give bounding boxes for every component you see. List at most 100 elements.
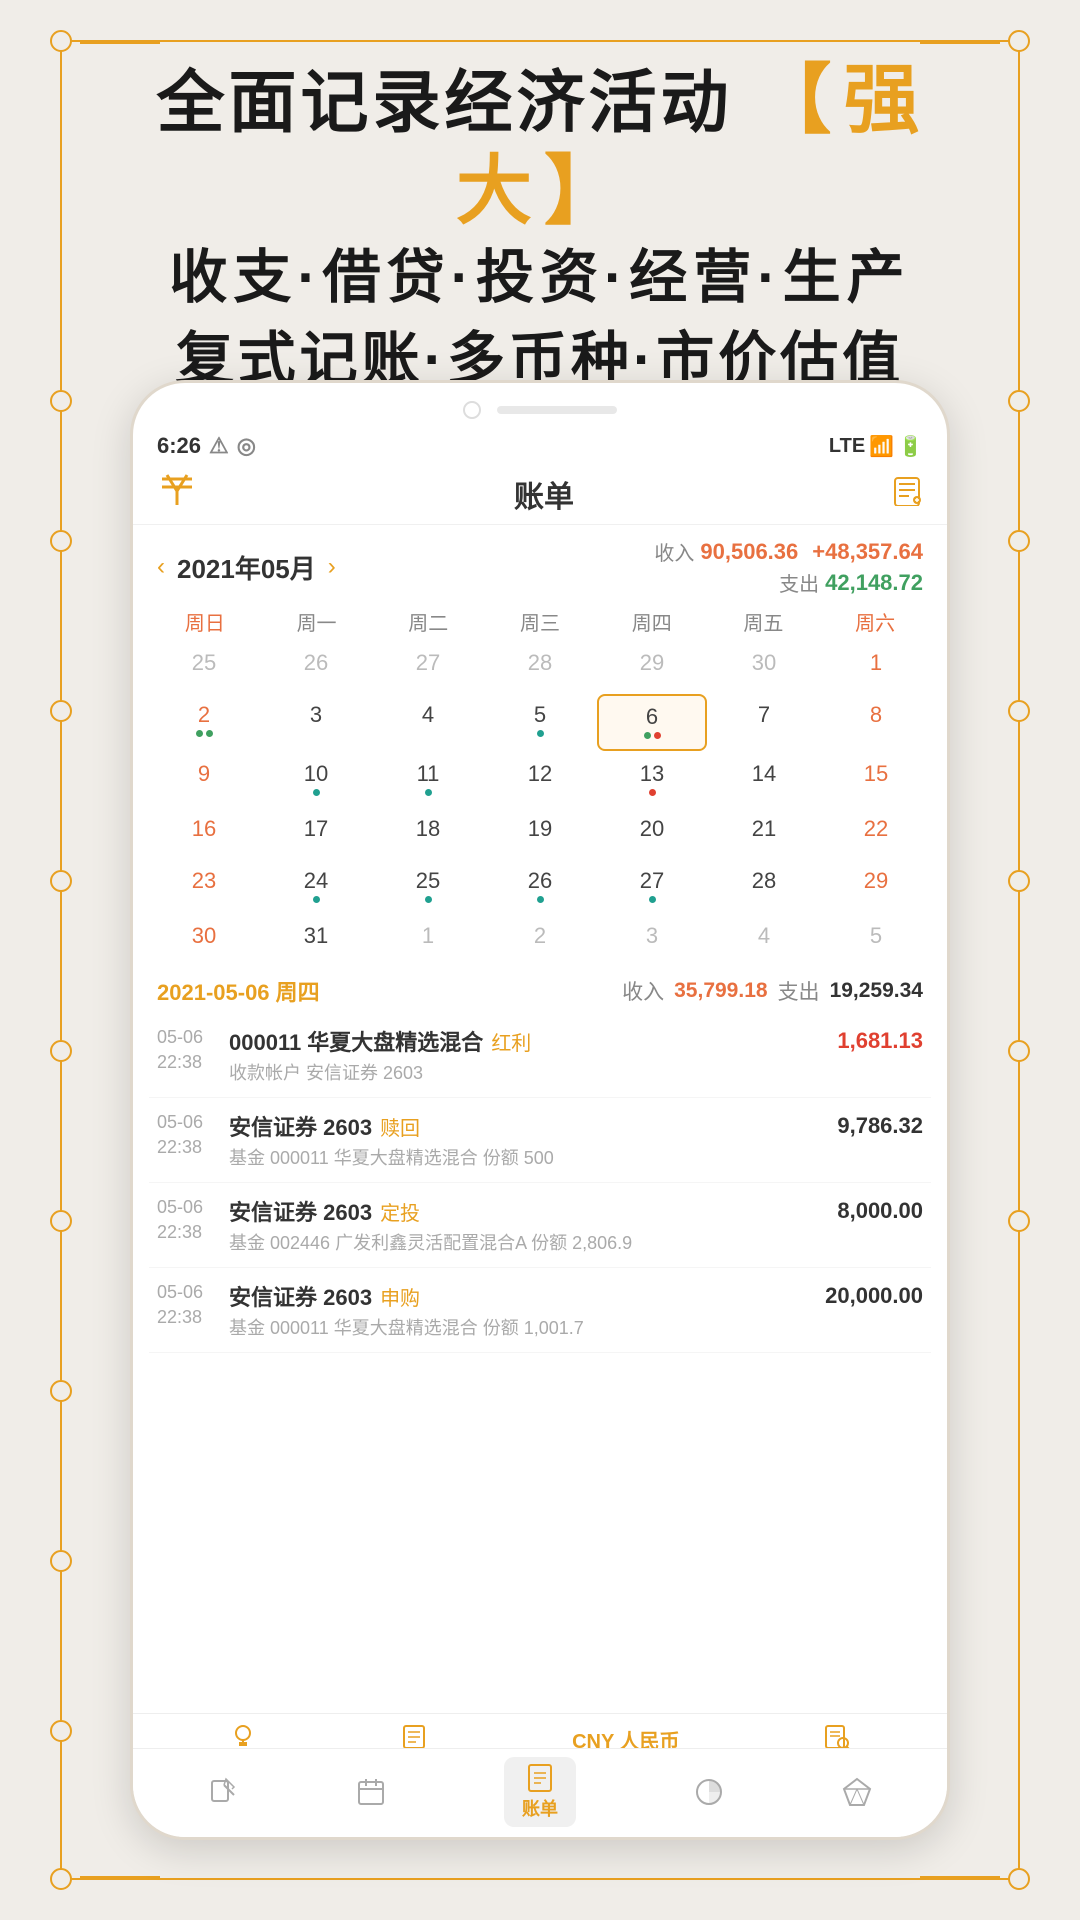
transaction-item-0[interactable]: 05-0622:38000011 华夏大盘精选混合红利1,681.13收款帐户 … bbox=[149, 1013, 931, 1098]
cal-day-6[interactable]: 6 bbox=[597, 694, 707, 751]
trans-type-3: 申购 bbox=[380, 1288, 420, 1310]
calendar-grid: 2526272829301234567891011121314151617181… bbox=[149, 642, 931, 965]
edit-icon[interactable] bbox=[891, 474, 923, 513]
cal-day-13[interactable]: 13 bbox=[597, 753, 707, 806]
teal-dot bbox=[425, 896, 432, 903]
expense-label: 支出 bbox=[779, 568, 819, 597]
next-month-button[interactable]: › bbox=[328, 553, 336, 581]
cal-day-29[interactable]: 29 bbox=[821, 860, 931, 913]
cal-day-25-prev[interactable]: 25 bbox=[149, 642, 259, 692]
cal-day-23[interactable]: 23 bbox=[149, 860, 259, 913]
transaction-item-3[interactable]: 05-0622:38安信证券 2603申购20,000.00基金 000011 … bbox=[149, 1268, 931, 1353]
cal-day-27-prev[interactable]: 27 bbox=[373, 642, 483, 692]
red-dot bbox=[649, 789, 656, 796]
trans-amount-0: 1,681.13 bbox=[837, 1028, 923, 1054]
cal-day-7[interactable]: 7 bbox=[709, 694, 819, 751]
daily-date: 2021-05-06 周四 bbox=[157, 975, 320, 1007]
cal-day-1[interactable]: 1 bbox=[821, 642, 931, 692]
weekday-wed: 周三 bbox=[484, 603, 596, 640]
cal-day-17[interactable]: 17 bbox=[261, 808, 371, 858]
trans-name-3: 安信证券 2603 bbox=[229, 1285, 372, 1310]
bottom-nav: 账单 bbox=[133, 1748, 947, 1837]
nav-calendar[interactable] bbox=[356, 1777, 386, 1807]
calendar: 周日 周一 周二 周三 周四 周五 周六 2526272829301234567… bbox=[133, 603, 947, 965]
teal-dot bbox=[649, 896, 656, 903]
cal-day-16[interactable]: 16 bbox=[149, 808, 259, 858]
trans-time-3: 05-0622:38 bbox=[157, 1280, 217, 1330]
daily-income-val: 35,799.18 bbox=[674, 979, 767, 1003]
trans-sub-2: 基金 002446 广发利鑫灵活配置混合A 份额 2,806.9 bbox=[229, 1229, 923, 1255]
cal-day-31[interactable]: 31 bbox=[261, 915, 371, 965]
cal-day-3-next[interactable]: 3 bbox=[597, 915, 707, 965]
cal-day-20[interactable]: 20 bbox=[597, 808, 707, 858]
nav-chart[interactable] bbox=[694, 1777, 724, 1807]
phone-notch bbox=[133, 383, 947, 429]
cal-day-12[interactable]: 12 bbox=[485, 753, 595, 806]
trans-name-2: 安信证券 2603 bbox=[229, 1200, 372, 1225]
cal-day-29-prev[interactable]: 29 bbox=[597, 642, 707, 692]
weekday-sat: 周六 bbox=[819, 603, 931, 640]
cal-day-10[interactable]: 10 bbox=[261, 753, 371, 806]
header-line1: 全面记录经济活动 【强大】 bbox=[80, 55, 1000, 237]
trans-type-0: 红利 bbox=[491, 1033, 531, 1055]
cal-day-4-next[interactable]: 4 bbox=[709, 915, 819, 965]
teal-dot bbox=[425, 789, 432, 796]
cal-day-25[interactable]: 25 bbox=[373, 860, 483, 913]
prev-month-button[interactable]: ‹ bbox=[157, 553, 165, 581]
cal-day-30-prev[interactable]: 30 bbox=[709, 642, 819, 692]
status-time: 6:26 bbox=[157, 433, 201, 459]
trans-sub-0: 收款帐户 安信证券 2603 bbox=[229, 1059, 923, 1085]
teal-dot bbox=[537, 896, 544, 903]
cal-day-1-next[interactable]: 1 bbox=[373, 915, 483, 965]
status-left: 6:26 ⚠ ◎ bbox=[157, 433, 256, 459]
cal-day-3[interactable]: 3 bbox=[261, 694, 371, 751]
trans-name-0: 000011 华夏大盘精选混合 bbox=[229, 1030, 483, 1055]
app-title: 账单 bbox=[514, 472, 574, 516]
transaction-item-2[interactable]: 05-0622:38安信证券 2603定投8,000.00基金 002446 广… bbox=[149, 1183, 931, 1268]
weekday-sun: 周日 bbox=[149, 603, 261, 640]
income-value: 90,506.36 bbox=[700, 539, 798, 565]
nav-bill[interactable]: 账单 bbox=[504, 1757, 576, 1827]
cal-day-5[interactable]: 5 bbox=[485, 694, 595, 751]
cal-day-18[interactable]: 18 bbox=[373, 808, 483, 858]
cal-day-22[interactable]: 22 bbox=[821, 808, 931, 858]
cal-day-21[interactable]: 21 bbox=[709, 808, 819, 858]
cal-day-14[interactable]: 14 bbox=[709, 753, 819, 806]
cal-day-26[interactable]: 26 bbox=[485, 860, 595, 913]
cal-day-8[interactable]: 8 bbox=[821, 694, 931, 751]
cal-day-5-next[interactable]: 5 bbox=[821, 915, 931, 965]
cal-day-9[interactable]: 9 bbox=[149, 753, 259, 806]
teal-dot bbox=[313, 896, 320, 903]
cal-day-11[interactable]: 11 bbox=[373, 753, 483, 806]
header-line2: 收支·借贷·投资·经营·生产 bbox=[80, 237, 1000, 318]
app-header: 账单 bbox=[133, 463, 947, 525]
nav-bill-label: 账单 bbox=[522, 1795, 558, 1821]
red-dot bbox=[654, 732, 661, 739]
expense-value: 42,148.72 bbox=[825, 570, 923, 596]
cal-day-4[interactable]: 4 bbox=[373, 694, 483, 751]
nav-diamond[interactable] bbox=[842, 1777, 872, 1807]
trans-sub-1: 基金 000011 华夏大盘精选混合 份额 500 bbox=[229, 1144, 923, 1170]
network-label: LTE bbox=[829, 435, 865, 458]
trans-amount-1: 9,786.32 bbox=[837, 1113, 923, 1139]
cal-day-30[interactable]: 30 bbox=[149, 915, 259, 965]
income-label: 收入 bbox=[654, 537, 694, 566]
weekday-mon: 周一 bbox=[261, 603, 373, 640]
cal-day-2[interactable]: 2 bbox=[149, 694, 259, 751]
weekday-tue: 周二 bbox=[372, 603, 484, 640]
cal-day-28[interactable]: 28 bbox=[709, 860, 819, 913]
cal-day-19[interactable]: 19 bbox=[485, 808, 595, 858]
trans-amount-3: 20,000.00 bbox=[825, 1283, 923, 1309]
phone-speaker bbox=[497, 406, 617, 414]
green-dot bbox=[644, 732, 651, 739]
cal-day-24[interactable]: 24 bbox=[261, 860, 371, 913]
nav-edit[interactable] bbox=[208, 1777, 238, 1807]
daily-expense-label: 支出 bbox=[778, 976, 820, 1006]
cal-day-26-prev[interactable]: 26 bbox=[261, 642, 371, 692]
battery-icon: 🔋 bbox=[898, 434, 923, 459]
cal-day-27[interactable]: 27 bbox=[597, 860, 707, 913]
cal-day-15[interactable]: 15 bbox=[821, 753, 931, 806]
transaction-item-1[interactable]: 05-0622:38安信证券 2603赎回9,786.32基金 000011 华… bbox=[149, 1098, 931, 1183]
cal-day-2-next[interactable]: 2 bbox=[485, 915, 595, 965]
cal-day-28-prev[interactable]: 28 bbox=[485, 642, 595, 692]
